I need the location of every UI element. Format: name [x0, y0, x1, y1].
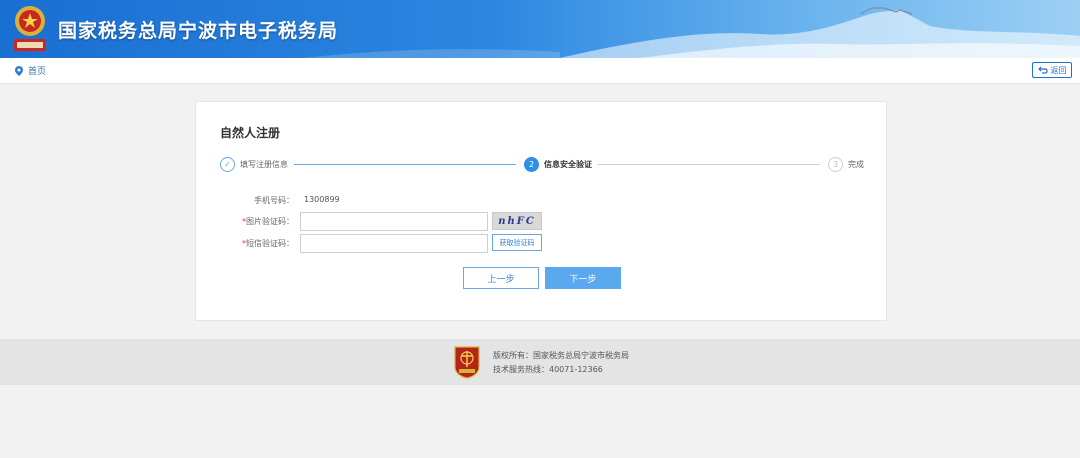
- step-1-connector: [294, 164, 516, 165]
- step-2-number: 2: [528, 160, 535, 169]
- image-code-row: *图片验证码： nhFC: [196, 211, 888, 231]
- back-button[interactable]: 返回: [1032, 62, 1072, 78]
- sms-code-input[interactable]: [300, 234, 488, 253]
- prev-step-button[interactable]: 上一步: [463, 267, 539, 289]
- phone-value: 1300899: [304, 195, 340, 204]
- nav-bar: 首页 返回: [0, 58, 1080, 84]
- tax-bureau-logo-icon: [454, 346, 480, 379]
- get-sms-code-button[interactable]: 获取验证码: [492, 234, 542, 251]
- footer-text: 版权所有：国家税务总局宁波市税务局 技术服务热线：40071-12366: [493, 349, 629, 377]
- step-1-check-icon: ✓: [220, 157, 235, 172]
- phone-label: 手机号码：: [254, 196, 294, 205]
- image-code-input[interactable]: [300, 212, 488, 231]
- step-3-label: 完成: [848, 160, 864, 169]
- step-3-circle: 3: [828, 157, 843, 172]
- return-arrow-icon: [1037, 66, 1048, 74]
- copyright-text: 版权所有：国家税务总局宁波市税务局: [493, 351, 629, 360]
- step-2-circle: 2: [524, 157, 539, 172]
- next-step-button[interactable]: 下一步: [545, 267, 621, 289]
- step-2-connector: [598, 164, 820, 165]
- phone-row: 手机号码： 1300899: [196, 190, 888, 210]
- image-code-label-text: 图片验证码：: [246, 217, 294, 226]
- sms-code-label: *短信验证码：: [242, 238, 294, 249]
- national-emblem-icon: [14, 6, 46, 51]
- captcha-image[interactable]: nhFC: [492, 212, 542, 230]
- step-1-number: ✓: [224, 160, 231, 169]
- home-link-label: 首页: [28, 67, 47, 77]
- site-title: 国家税务总局宁波市电子税务局: [58, 20, 339, 42]
- back-button-label: 返回: [1050, 65, 1067, 75]
- image-code-label: *图片验证码：: [242, 216, 294, 227]
- step-1-label: 填写注册信息: [240, 160, 288, 169]
- site-header: 国家税务总局宁波市电子税务局: [0, 0, 1080, 58]
- site-footer: 版权所有：国家税务总局宁波市税务局 技术服务热线：40071-12366: [0, 339, 1080, 385]
- page-title: 自然人注册: [220, 126, 281, 140]
- sms-code-label-text: 短信验证码：: [246, 239, 294, 248]
- sms-code-row: *短信验证码： 获取验证码: [196, 233, 888, 253]
- progress-steps: ✓ 填写注册信息 2 信息安全验证 3 完成: [220, 156, 865, 174]
- hotline-text: 技术服务热线：40071-12366: [493, 365, 603, 374]
- home-breadcrumb[interactable]: 首页: [15, 64, 46, 77]
- registration-card: 自然人注册 ✓ 填写注册信息 2 信息安全验证 3 完成 手机号码： 13008…: [195, 101, 887, 321]
- step-3-number: 3: [832, 160, 839, 169]
- captcha-text: nhFC: [498, 215, 536, 227]
- location-pin-icon: [15, 65, 23, 76]
- step-2-label: 信息安全验证: [544, 160, 592, 169]
